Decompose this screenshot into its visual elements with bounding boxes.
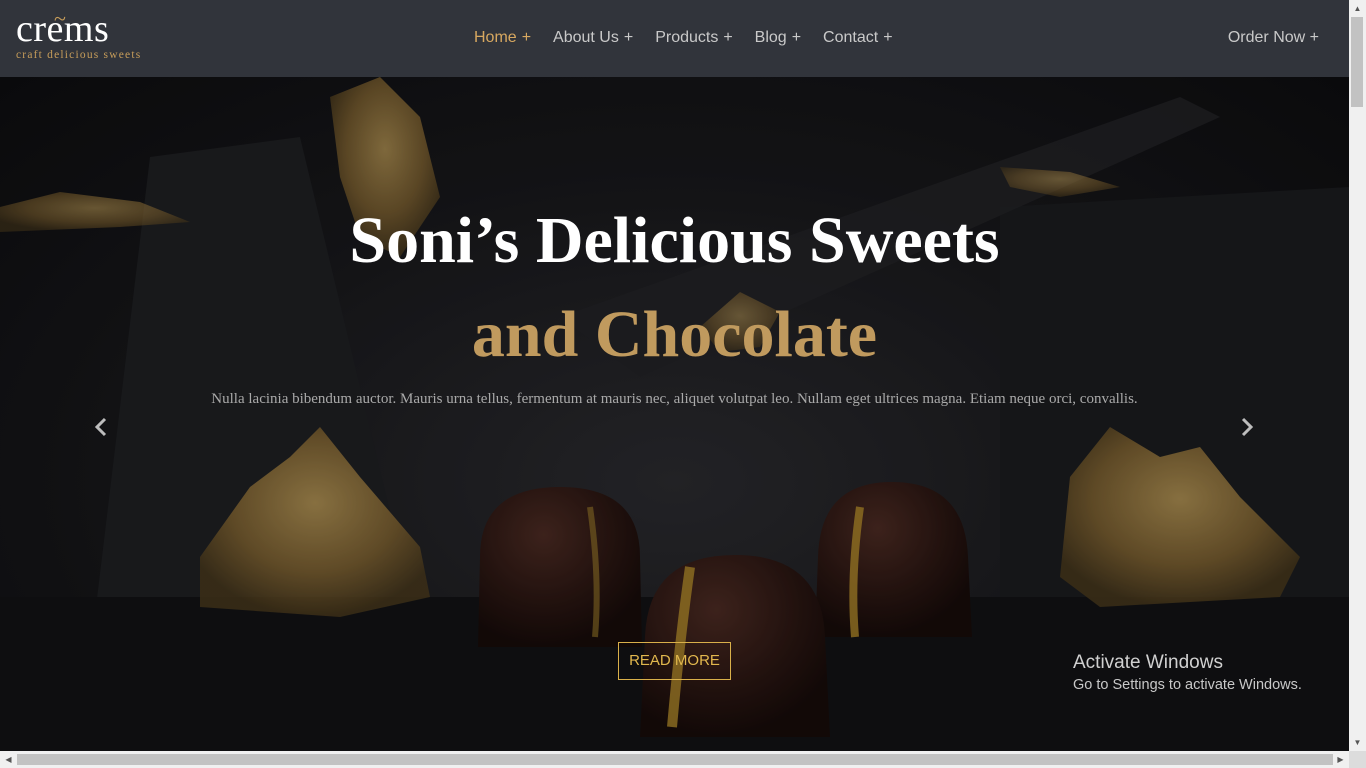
nav-item-contact[interactable]: Contact + (823, 29, 892, 47)
scroll-down-icon[interactable]: ▼ (1349, 734, 1366, 751)
site-header: crems ~ craft delicious sweets Home + Abo… (0, 0, 1349, 77)
vertical-scroll-thumb[interactable] (1351, 17, 1363, 107)
slider-next-button[interactable] (1232, 412, 1262, 442)
nav-item-label: Blog (754, 29, 787, 46)
horizontal-scrollbar[interactable]: ◀ ▶ (0, 751, 1349, 768)
nav-item-home[interactable]: Home + (474, 29, 531, 47)
nav-plus-icon: + (723, 29, 733, 46)
nav-plus-icon: + (791, 29, 802, 46)
scroll-up-icon[interactable]: ▲ (1349, 0, 1366, 17)
horizontal-scroll-thumb[interactable] (17, 754, 1333, 765)
activation-title: Activate Windows (1073, 652, 1223, 673)
activation-subtitle: Go to Settings to activate Windows. (1073, 677, 1302, 693)
scroll-left-icon[interactable]: ◀ (0, 751, 17, 768)
chevron-right-icon (1241, 417, 1254, 437)
logo-tagline: craft delicious sweets (16, 49, 142, 61)
read-more-button[interactable]: READ MORE (618, 642, 731, 680)
nav-item-about-us[interactable]: About Us + (553, 29, 633, 47)
order-now-link[interactable]: Order Now + (1228, 29, 1319, 47)
nav-item-products[interactable]: Products + (655, 29, 732, 47)
logo-wordmark: crems ~ (16, 6, 109, 48)
slider-prev-button[interactable] (86, 412, 116, 442)
windows-activation-watermark: Activate Windows Go to Settings to activ… (1073, 652, 1302, 696)
nav-plus-icon: + (623, 29, 634, 46)
hero-slider: Soni’s Delicious Sweets and Chocolate Nu… (0, 77, 1349, 751)
scroll-right-icon[interactable]: ▶ (1332, 751, 1349, 768)
nav-item-blog[interactable]: Blog + (755, 29, 801, 47)
logo-tilde: ~ (54, 6, 67, 31)
hero-subtitle: and Chocolate (471, 298, 878, 371)
chevron-left-icon (94, 417, 107, 437)
nav-item-label: Contact (823, 29, 879, 46)
scrollbar-corner (1349, 751, 1366, 768)
hero-description: Nulla lacinia bibendum auctor. Mauris ur… (211, 391, 1138, 407)
brand-logo[interactable]: crems ~ craft delicious sweets (16, 6, 142, 61)
nav-plus-icon: + (883, 29, 893, 46)
main-nav: Home + About Us + Products + Blog + Contact + (474, 29, 893, 47)
vertical-scrollbar[interactable]: ▲ ▼ (1349, 0, 1366, 751)
nav-item-label: Products (655, 29, 719, 46)
hero-title: Soni’s Delicious Sweets (349, 204, 1000, 277)
nav-plus-icon: + (521, 29, 532, 46)
nav-item-label: Home (474, 29, 517, 46)
nav-item-label: About Us (553, 29, 619, 46)
